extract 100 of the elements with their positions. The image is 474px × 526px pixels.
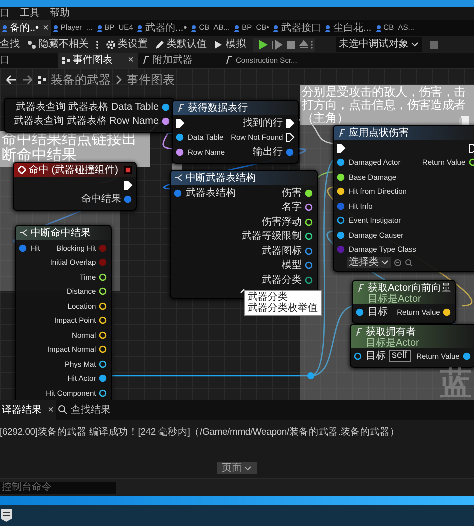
comment-text: 断命中结果	[2, 148, 77, 164]
reroute-node[interactable]	[307, 372, 315, 380]
settings-icon	[106, 40, 116, 50]
menu-item[interactable]: 口	[0, 6, 10, 21]
document-tab[interactable]: 武器接口	[271, 20, 324, 36]
data-pin[interactable]	[99, 360, 108, 369]
close-button[interactable]: ×	[128, 53, 134, 68]
more-options-icon[interactable]	[96, 40, 99, 50]
toolbar-button[interactable]: 类默认值	[155, 37, 207, 52]
data-pin[interactable]	[337, 216, 346, 226]
page-dropdown[interactable]: 页面	[217, 462, 257, 474]
pin-label: 武器等级限制	[242, 230, 302, 244]
toolbar-button[interactable]: 类设置	[106, 37, 148, 52]
exec-pin[interactable]	[124, 180, 134, 190]
pin-label: 伤害	[282, 186, 302, 201]
debug-icon[interactable]	[429, 40, 439, 50]
debug-target-dropdown[interactable]: 未选中调试对象	[336, 37, 422, 52]
comment-bubble-icon[interactable]	[172, 163, 183, 173]
data-pin[interactable]	[354, 352, 363, 361]
app-logo-icon[interactable]	[1, 509, 12, 522]
graph-tab[interactable]: 事件图表 ×	[58, 53, 138, 68]
data-pin[interactable]	[162, 102, 172, 112]
search-icon[interactable]	[405, 258, 413, 266]
data-pin[interactable]	[176, 148, 185, 157]
data-pin[interactable]	[305, 203, 314, 212]
pin-label: 武器图标	[262, 244, 302, 259]
pin-label: 武器表查询 武器表格 Row Name	[14, 114, 160, 130]
menu-item[interactable]: 工具	[20, 6, 40, 21]
pin-label: 模型	[282, 258, 302, 274]
pin-label: 目标	[366, 350, 386, 364]
data-pin[interactable]	[305, 232, 314, 242]
data-pin[interactable]	[337, 158, 346, 168]
stop-icon	[124, 166, 132, 174]
data-pin[interactable]	[162, 117, 172, 126]
back-arrow-icon[interactable]	[6, 75, 17, 85]
comment-text: 分别是受攻击的敌人，伤害，击	[302, 86, 466, 99]
log-message: [6292.00]装备的武器 编译成功！[242 毫秒内]（/Game/mmd/Weapon/装备的武器.装备的武器）	[0, 426, 401, 440]
nodes-icon	[27, 40, 37, 50]
pin-label: 伤害浮动	[262, 216, 302, 230]
graph-icon	[38, 75, 46, 85]
node-subtitle: 目标是Actor	[365, 339, 420, 349]
node-title: 获取拥有者	[366, 326, 416, 338]
class-dropdown[interactable]: 选择类	[347, 257, 391, 268]
data-pin[interactable]	[356, 308, 365, 317]
person-icon	[234, 24, 240, 32]
function-icon	[338, 129, 346, 137]
data-pin[interactable]	[99, 388, 108, 398]
graph-icon	[62, 56, 70, 65]
data-pin[interactable]	[176, 133, 185, 142]
split-icon	[175, 174, 183, 182]
console-input[interactable]: 控制台命令	[0, 482, 116, 494]
data-pin[interactable]	[337, 230, 346, 240]
person-icon	[96, 24, 103, 32]
blueprint-node[interactable]: 命中 (武器碰撞组件) 命中结果	[13, 162, 138, 211]
pin-label: 武器表查询 武器表格 Data Table	[16, 100, 160, 115]
graph-tab[interactable]: 附加武器	[138, 53, 197, 68]
diamond-icon	[18, 166, 26, 174]
search-icon	[58, 405, 68, 415]
node-title: 中断武器表结构	[186, 172, 256, 186]
toolbar-button[interactable]: 查找	[0, 37, 20, 52]
toolbar-button[interactable]: 隐藏不相关	[27, 37, 89, 52]
data-pin[interactable]	[305, 246, 314, 256]
exec-pin[interactable]	[286, 133, 296, 142]
clear-icon[interactable]	[394, 258, 402, 266]
panel-tab[interactable]: 译器结果 ×	[0, 400, 56, 420]
function-icon	[177, 104, 185, 112]
data-pin[interactable]	[99, 374, 108, 384]
playback-controls-icon[interactable]	[253, 38, 315, 52]
comment-text: 打方向，点击信息，伤害造成者	[302, 99, 466, 112]
pin-label: 武器表结构	[186, 186, 236, 201]
document-tab[interactable]: 尘白花...	[323, 20, 374, 36]
person-icon	[52, 24, 59, 32]
close-button[interactable]: ×	[43, 20, 49, 36]
menu-item[interactable]: 帮助	[50, 6, 70, 21]
pin-label: 命中结果	[81, 192, 122, 208]
data-pin[interactable]	[305, 276, 314, 285]
document-tab[interactable]: 武器的...•	[135, 20, 190, 36]
value-field[interactable]: self	[389, 350, 411, 362]
forward-arrow-icon[interactable]	[22, 75, 33, 85]
close-button[interactable]: ×	[48, 402, 54, 418]
person-icon	[325, 24, 332, 32]
node-title: 获取Actor向前向量	[368, 282, 452, 294]
panel-tab[interactable]: 查找结果	[56, 400, 113, 420]
document-tab[interactable]: 备的..• ×	[0, 20, 51, 36]
pencil-icon	[155, 40, 165, 50]
exec-pin[interactable]	[337, 144, 346, 153]
panel-tab[interactable]: 口	[0, 53, 58, 68]
graph-watermark-text: 蓝	[440, 367, 472, 399]
data-pin[interactable]	[462, 352, 472, 361]
data-pin[interactable]	[305, 261, 314, 270]
node-subtitle: 目标是Actor	[367, 295, 422, 305]
function-icon	[355, 328, 363, 336]
blueprint-node[interactable]: 武器表查询 武器表格 Data Table 武器表查询 武器表格 Row Name	[4, 98, 176, 133]
exec-pin[interactable]	[286, 118, 296, 128]
breadcrumb-link[interactable]: 事件图表	[127, 71, 175, 89]
breadcrumb-link[interactable]: 装备的武器	[51, 71, 111, 89]
caret-icon	[381, 259, 389, 266]
person-icon	[2, 24, 8, 32]
scroll-icon[interactable]	[458, 114, 470, 128]
toolbar-button[interactable]: 模拟	[214, 37, 246, 52]
